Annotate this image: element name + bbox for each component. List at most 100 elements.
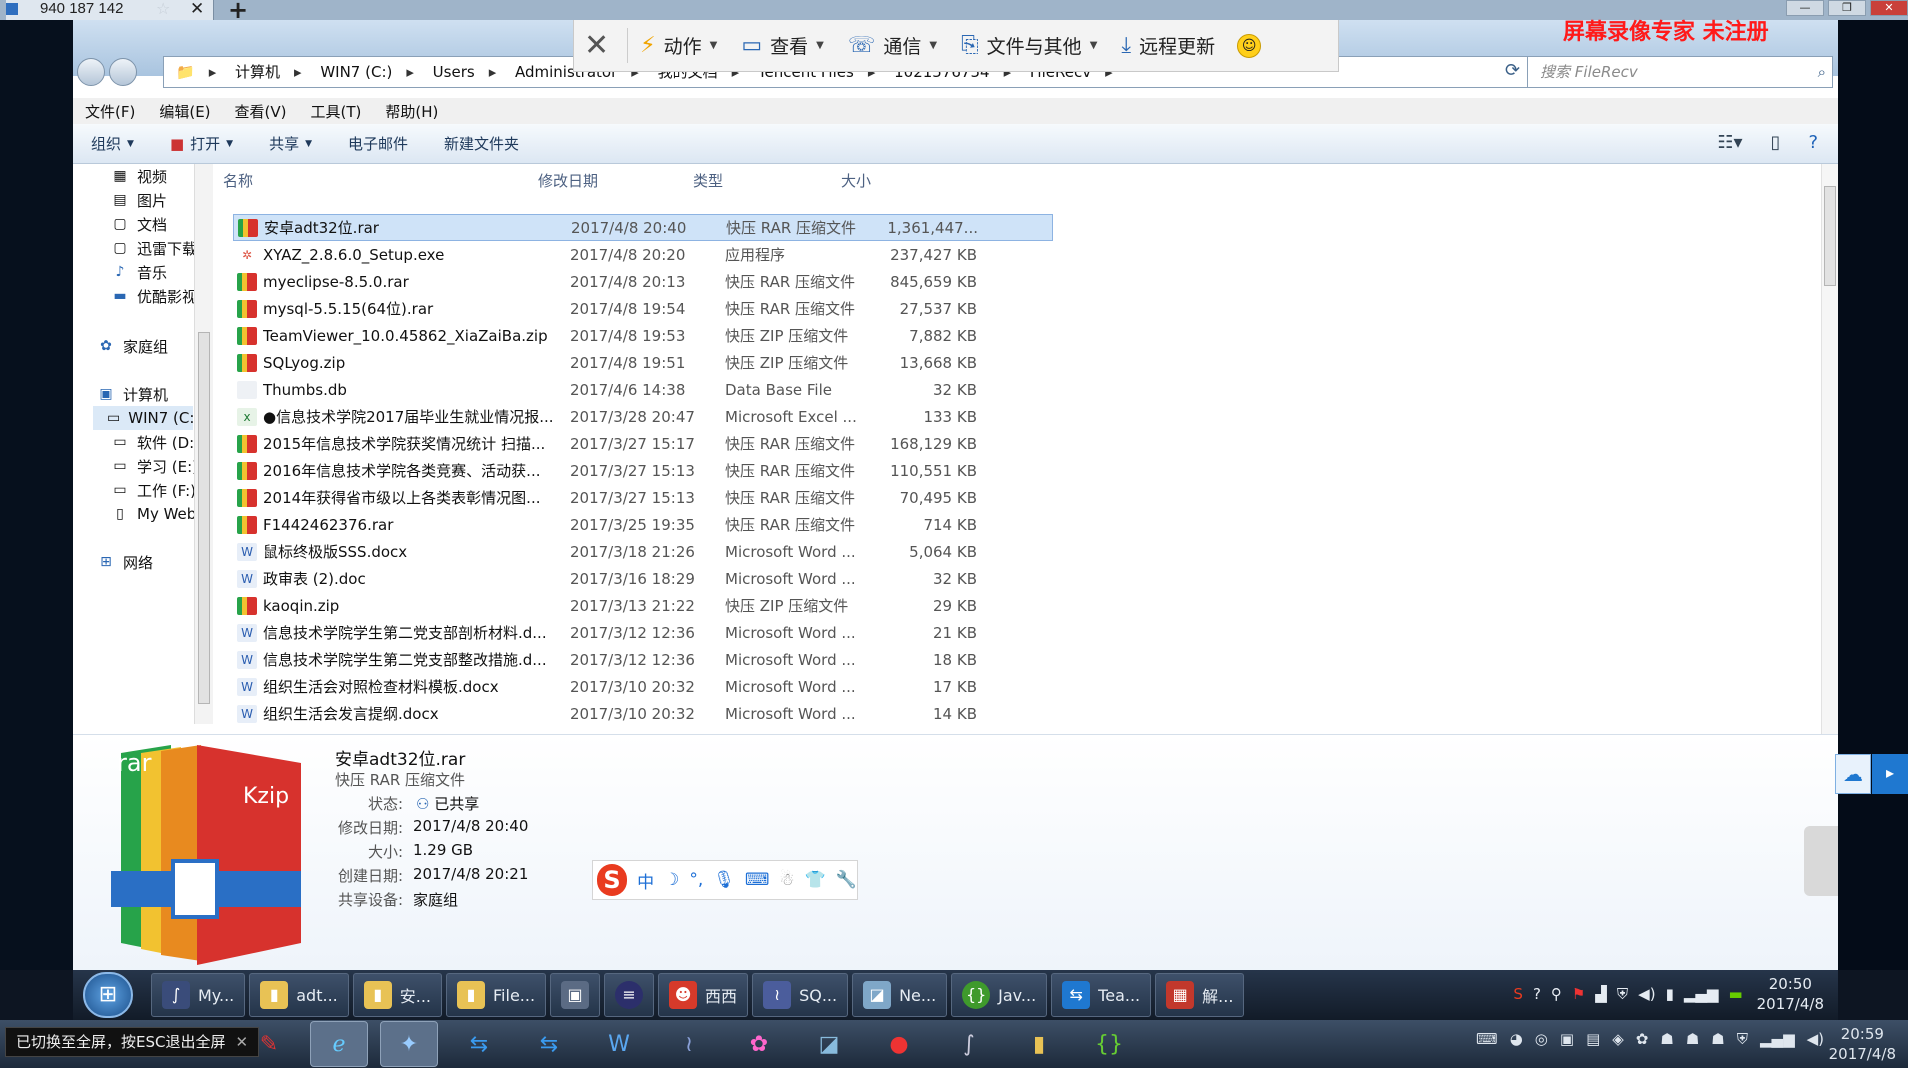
nav-item-drive-e[interactable]: ▭ 学习 (E:) (111, 454, 198, 478)
taskbar-pinwheel[interactable]: ✿ (730, 1021, 788, 1067)
taskbar-button-eclipse[interactable]: ≡ (604, 973, 655, 1017)
tray-icon[interactable]: ☗ (1686, 1030, 1699, 1048)
file-row[interactable]: Thumbs.db 2017/4/6 14:38 Data Base File 32 … (233, 376, 1053, 403)
forward-button[interactable] (109, 58, 137, 86)
taskbar-teamviewer-2[interactable]: ⇆ (520, 1021, 578, 1067)
tray-icon[interactable]: ▣ (1560, 1030, 1574, 1048)
tray-icon[interactable]: ◈ (1612, 1030, 1624, 1048)
help-icon[interactable]: ? (1808, 132, 1818, 153)
network-tray-icon[interactable]: ▟ (1595, 985, 1607, 1003)
nav-item-drive-f[interactable]: ▭ 工作 (F:) (111, 478, 196, 502)
help-tray-icon[interactable]: ? (1533, 985, 1541, 1003)
taskbar-button-extract[interactable]: ▦ 解... (1155, 973, 1245, 1017)
user-icon[interactable]: ☃ (779, 870, 794, 890)
taskbar-myeclipse[interactable]: ∫ (940, 1021, 998, 1067)
file-row[interactable]: 2014年获得省市级以上各类表彰情况图... 2017/3/27 15:13 快压 … (233, 484, 1053, 511)
menu-view[interactable]: 查看(V) (235, 101, 287, 122)
file-row[interactable]: TeamViewer_10.0.45862_XiaZaiBa.zip 2017/4… (233, 322, 1053, 349)
local-clock[interactable]: 20:59 2017/4/8 (1829, 1024, 1896, 1064)
menu-edit[interactable]: 编辑(E) (159, 101, 210, 122)
sogou-logo-icon[interactable]: S (597, 864, 628, 896)
tv-remote-update-button[interactable]: ⤓ 远程更新 (1109, 32, 1227, 59)
nav-item-computer[interactable]: ▣ 计算机 (97, 382, 168, 406)
taskbar-dolphin[interactable]: ≀ (660, 1021, 718, 1067)
file-row[interactable]: x ●信息技术学院2017届毕业生就业情况报... 2017/3/28 20:47 M… (233, 403, 1053, 430)
tray-icon[interactable]: ▤ (1586, 1030, 1600, 1048)
column-header-name[interactable]: 名称 (221, 170, 538, 191)
keyboard-icon[interactable]: ⌨ (745, 870, 770, 890)
cloud-share-icon[interactable]: ☁ (1835, 754, 1871, 794)
usb-tray-icon[interactable]: ⚲ (1551, 985, 1562, 1003)
column-header-date[interactable]: 修改日期 (538, 170, 693, 191)
taskbar-netbeans[interactable]: ◪ (800, 1021, 858, 1067)
preview-pane-icon[interactable]: ▯ (1771, 132, 1781, 153)
nav-item-videos[interactable]: ▦ 视频 (111, 164, 167, 188)
nav-item-pictures[interactable]: ▤ 图片 (111, 188, 167, 212)
column-header-size[interactable]: 大小 (841, 170, 941, 191)
close-session-icon[interactable]: ✕ (574, 28, 629, 63)
signal-tray-icon[interactable]: ▂▄▆ (1684, 985, 1719, 1003)
back-button[interactable] (77, 58, 105, 86)
menu-help[interactable]: 帮助(H) (385, 101, 438, 122)
file-row[interactable]: F1442462376.rar 2017/3/25 19:35 快压 RAR 压缩文… (233, 511, 1053, 538)
signal-tray-icon[interactable]: ▂▄▆ (1760, 1030, 1795, 1048)
close-tab-icon[interactable]: ✕ (190, 0, 204, 19)
nav-scrollbar[interactable] (194, 164, 213, 724)
favorite-star-icon[interactable]: ☆ (156, 0, 170, 18)
taskbar-ie[interactable]: ℯ (310, 1021, 368, 1067)
taskbar-button-teamviewer[interactable]: ⇆ Tea... (1051, 973, 1152, 1017)
file-row[interactable]: SQLyog.zip 2017/4/8 19:51 快压 ZIP 压缩文件 13,66… (233, 349, 1053, 376)
file-row[interactable]: myeclipse-8.5.0.rar 2017/4/8 20:13 快压 RAR … (233, 268, 1053, 295)
taskbar-word[interactable]: W (590, 1021, 648, 1067)
flag-tray-icon[interactable]: ⚑ (1572, 985, 1585, 1003)
nav-scrollbar-thumb[interactable] (198, 332, 210, 704)
qq-tray-icon[interactable]: ◕ (1510, 1030, 1523, 1048)
battery-tray-icon[interactable]: ▬ (1728, 985, 1742, 1003)
tray-icon[interactable]: ☗ (1660, 1030, 1673, 1048)
side-panel-tab[interactable]: ▸ (1872, 754, 1908, 794)
column-header-type[interactable]: 类型 (693, 170, 841, 191)
file-row[interactable]: W 信息技术学院学生第二党支部整改措施.d... 2017/3/12 12:36 Mi… (233, 646, 1053, 673)
network-tray-icon[interactable]: ⛨ (1737, 1030, 1748, 1048)
taskbar-red-app[interactable]: ● (870, 1021, 928, 1067)
tray-icon[interactable]: ☗ (1711, 1030, 1724, 1048)
taskbar-button-sqlyog[interactable]: ≀ SQ... (752, 973, 849, 1017)
nav-item-xunlei[interactable]: ▢ 迅雷下载 (111, 236, 197, 260)
tray-icon[interactable]: ◎ (1535, 1030, 1548, 1048)
refresh-icon[interactable]: ⟳ (1505, 60, 1520, 81)
nav-item-music[interactable]: ♪ 音乐 (111, 260, 167, 284)
taskbar-button-folder-adt[interactable]: ▮ adt... (249, 973, 349, 1017)
smiley-feedback-icon[interactable]: ☺ (1237, 33, 1262, 58)
nav-item-drive-d[interactable]: ▭ 软件 (D:) (111, 430, 200, 454)
breadcrumb-segment[interactable]: WIN7 (C:) (320, 63, 392, 81)
taskbar-folder[interactable]: ▮ (1010, 1021, 1068, 1067)
volume-tray-icon[interactable]: ◀) (1638, 985, 1655, 1003)
tv-files-button[interactable]: ⎘ 文件与其他 ▼ (949, 32, 1109, 59)
file-row[interactable]: W 政审表 (2).doc 2017/3/16 18:29 Microsoft Wor… (233, 565, 1053, 592)
file-row[interactable]: W 信息技术学院学生第二党支部剖析材料.d... 2017/3/12 12:36 Mi… (233, 619, 1053, 646)
menu-file[interactable]: 文件(F) (85, 101, 135, 122)
email-button[interactable]: 电子邮件 (330, 133, 426, 154)
tv-actions-button[interactable]: ⚡ 动作 ▼ (628, 32, 729, 59)
nav-item-documents[interactable]: ▢ 文档 (111, 212, 167, 236)
taskbar-button-netbeans[interactable]: ◪ Ne... (852, 973, 948, 1017)
nav-item-homegroup[interactable]: ✿ 家庭组 (97, 334, 168, 358)
nav-item-my-web[interactable]: ▯ My Web (111, 502, 196, 526)
taskbar-star-app[interactable]: ✦ (380, 1021, 438, 1067)
view-options-icon[interactable]: ☷▾ (1717, 132, 1742, 153)
side-widget[interactable] (1804, 826, 1838, 896)
tv-communicate-button[interactable]: ☏ 通信 ▼ (836, 32, 949, 59)
taskbar-java[interactable]: {} (1080, 1021, 1138, 1067)
organize-button[interactable]: 组织 ▼ (73, 133, 152, 154)
file-row[interactable]: W 组织生活会发言提纲.docx 2017/3/10 20:32 Microsoft … (233, 700, 1053, 727)
open-button[interactable]: ■ 打开 ▼ (152, 133, 251, 154)
volume-tray-icon[interactable]: ◀) (1807, 1030, 1824, 1048)
file-row[interactable]: W 组织生活会对照检查材料模板.docx 2017/3/10 20:32 Micros… (233, 673, 1053, 700)
settings-icon[interactable]: 🔧 (836, 870, 857, 890)
search-input[interactable]: 搜索 FileRecv ⌕ (1527, 56, 1833, 88)
minimize-button[interactable]: — (1786, 0, 1824, 16)
ime-mode-toggle[interactable]: 中 (637, 868, 654, 893)
taskbar-button-filerecv[interactable]: ▮ File... (446, 973, 547, 1017)
microphone-icon[interactable]: 🎙 (713, 870, 735, 890)
file-row[interactable]: ✲ XYAZ_2.8.6.0_Setup.exe 2017/4/8 20:20 应用程… (233, 241, 1053, 268)
